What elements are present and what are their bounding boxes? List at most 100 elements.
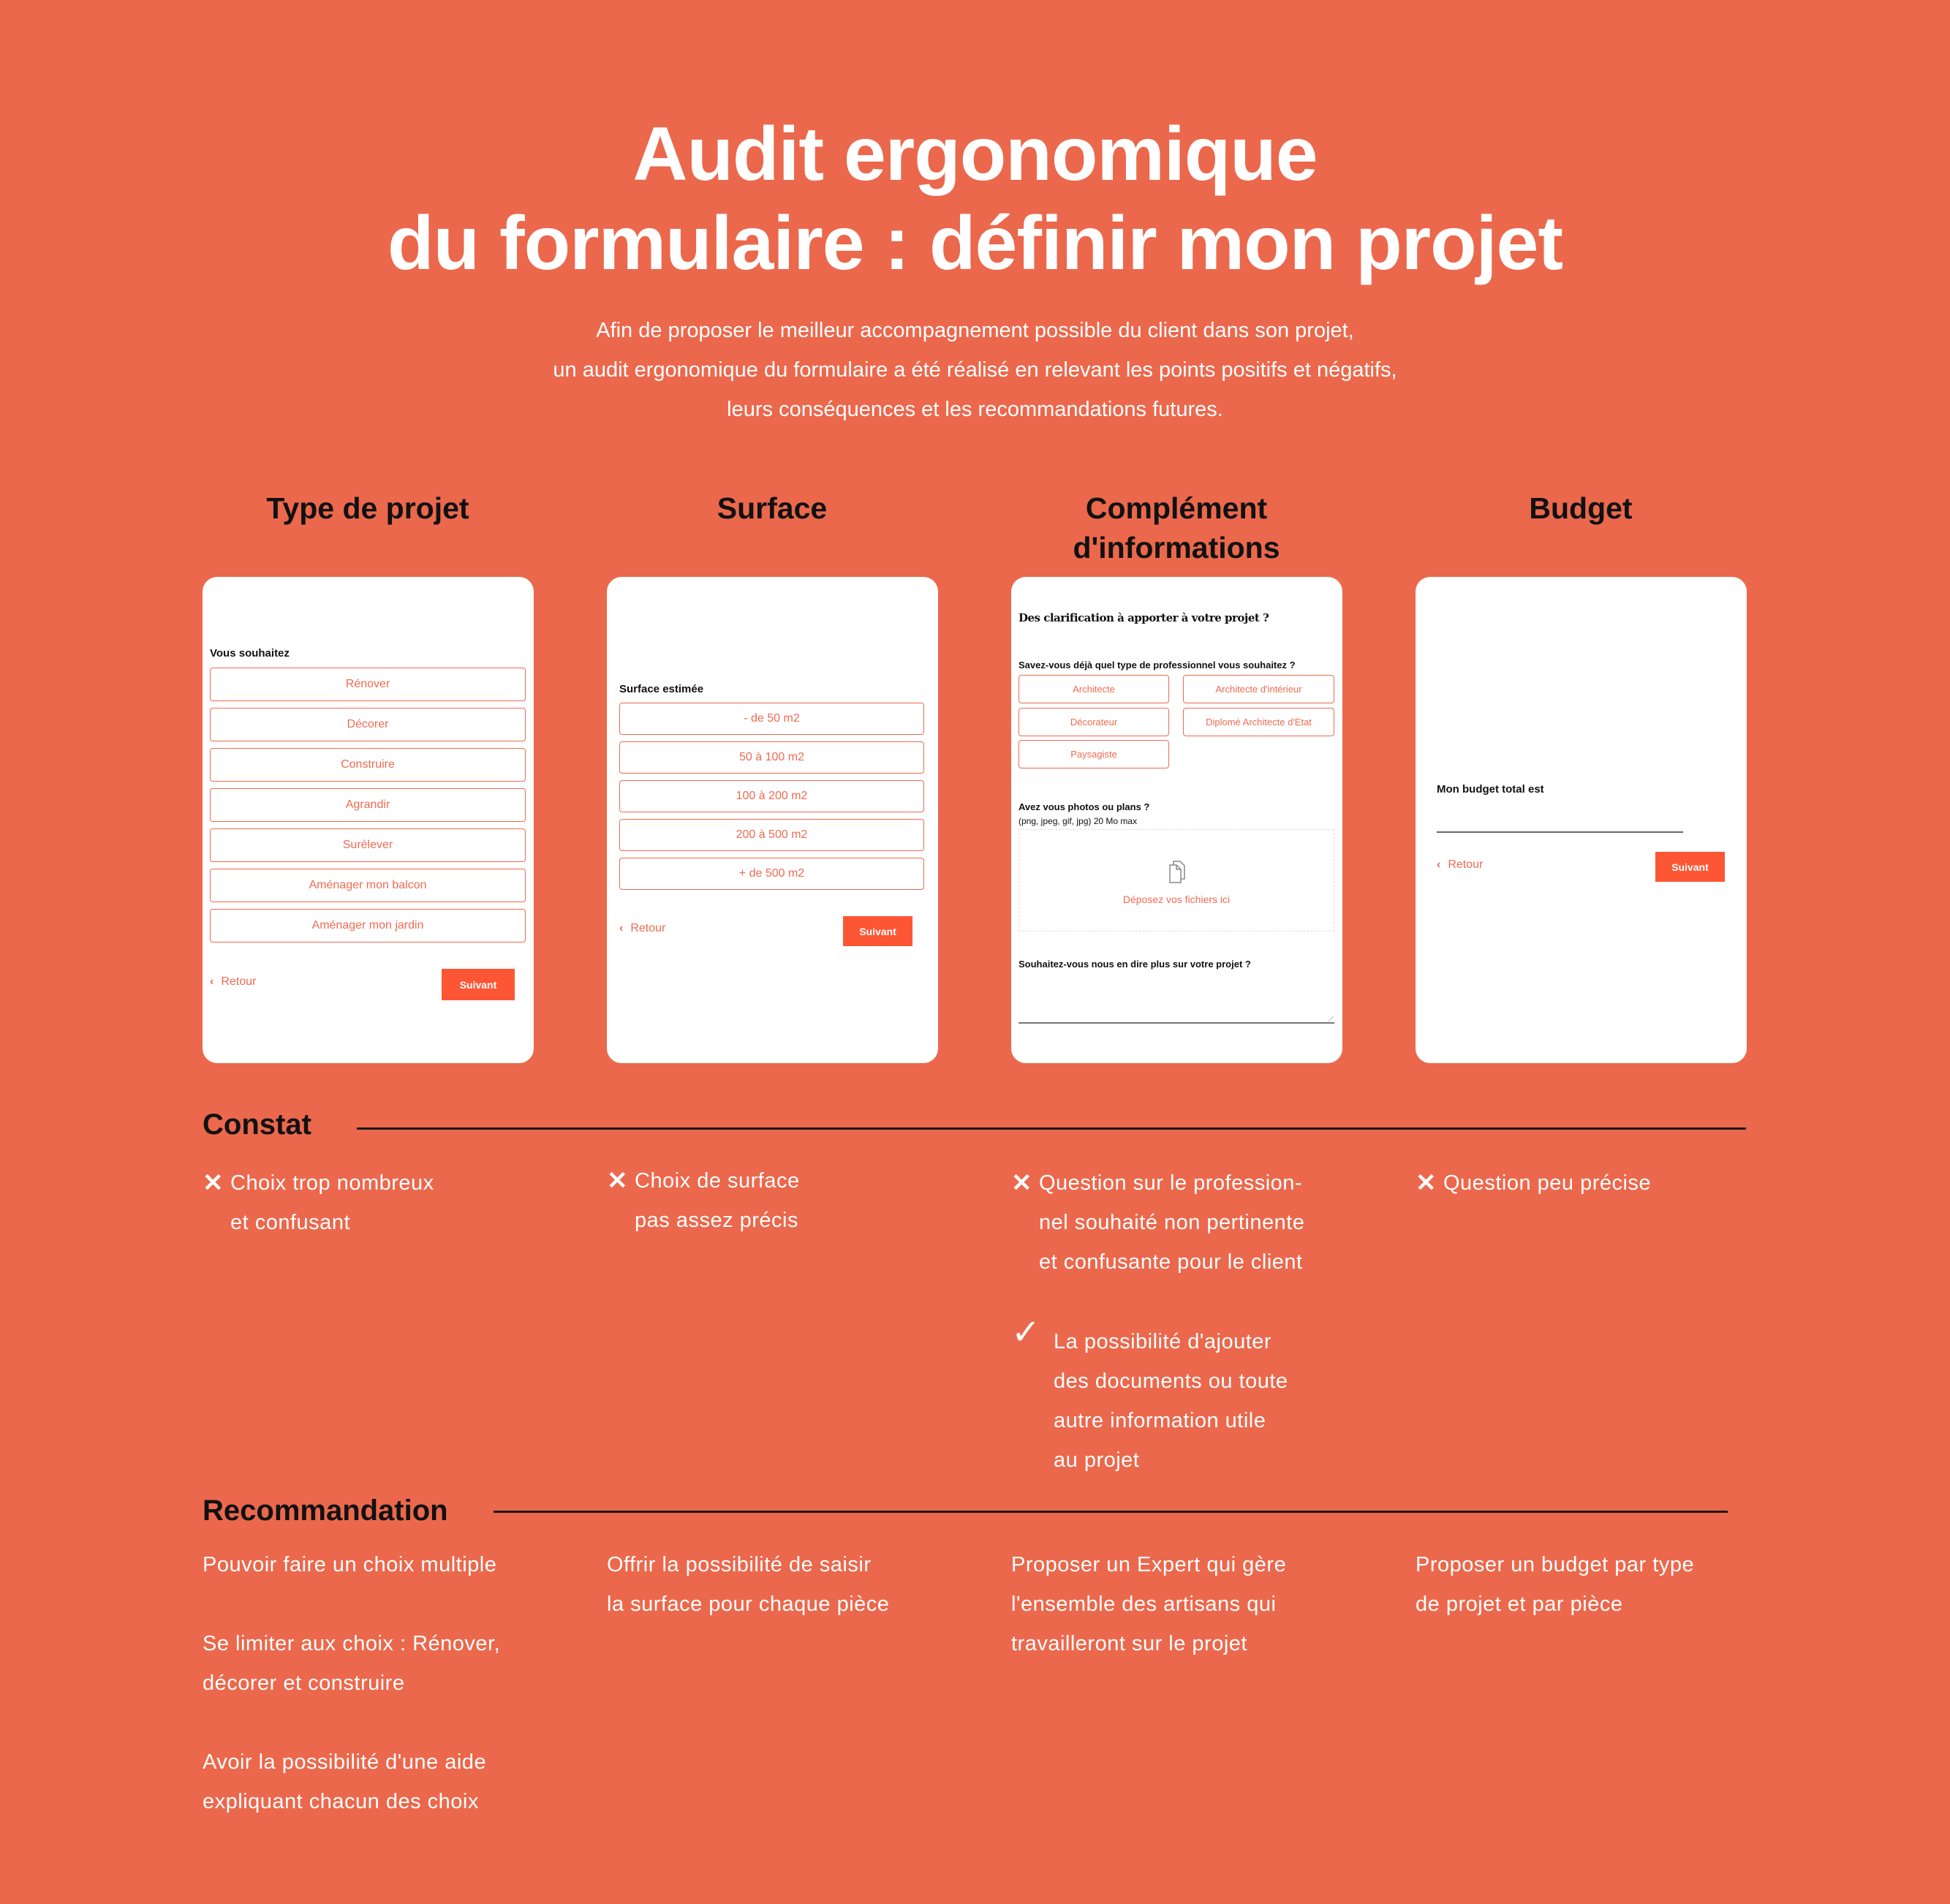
- constat-line: Choix trop nombreux: [230, 1171, 434, 1195]
- intro-paragraph: Afin de proposer le meilleur accompagnem…: [0, 311, 1950, 429]
- option-button[interactable]: Agrandir: [210, 788, 526, 822]
- option-button[interactable]: + de 500 m2: [619, 858, 924, 890]
- field-label: Souhaitez-vous nous en dire plus sur vot…: [1019, 959, 1251, 970]
- form-card-type-projet: Vous souhaitez Rénover Décorer Construir…: [203, 577, 534, 1063]
- constat-line: pas assez précis: [635, 1209, 798, 1232]
- cross-icon: ✕: [1416, 1169, 1437, 1197]
- chevron-left-icon: ‹: [619, 922, 624, 934]
- constat-line: Question sur le profession-: [1039, 1171, 1303, 1195]
- constat-line: et confusant: [230, 1211, 350, 1234]
- next-button[interactable]: Suivant: [843, 916, 912, 946]
- recommandation-column: Offrir la possibilité de saisir la surfa…: [607, 1545, 889, 1624]
- option-button[interactable]: Rénover: [210, 668, 526, 701]
- option-button[interactable]: Diplomé Architecte d'Etat: [1183, 708, 1334, 736]
- form-card-complement: Des clarification à apporter à votre pro…: [1011, 577, 1342, 1063]
- cross-icon: ✕: [607, 1167, 628, 1195]
- recommandation-line: de projet et par pièce: [1416, 1593, 1623, 1616]
- field-label: Surface estimée: [619, 683, 704, 695]
- constat-line: au projet: [1054, 1448, 1140, 1472]
- constat-item-positive: ✓ La possibilité d'ajouter des documents…: [1011, 1313, 1288, 1480]
- option-button[interactable]: 100 à 200 m2: [619, 780, 924, 812]
- files-icon: [1169, 861, 1185, 883]
- option-button[interactable]: Architecte d'intérieur: [1183, 675, 1334, 703]
- form-card-surface: Surface estimée - de 50 m2 50 à 100 m2 1…: [607, 577, 938, 1063]
- constat-line: des documents ou toute: [1054, 1370, 1288, 1393]
- field-label: Mon budget total est: [1437, 783, 1544, 796]
- constat-line: nel souhaité non pertinente: [1039, 1211, 1305, 1234]
- recommandation-line: Offrir la possibilité de saisir: [607, 1553, 872, 1576]
- recommandation-column: Proposer un budget par type de projet et…: [1416, 1545, 1694, 1624]
- project-details-textarea[interactable]: [1019, 975, 1334, 1024]
- chevron-left-icon: ‹: [210, 975, 214, 988]
- field-label: Vous souhaitez: [210, 647, 290, 660]
- chevron-left-icon: ‹: [1437, 858, 1441, 871]
- next-button[interactable]: Suivant: [1655, 852, 1725, 882]
- recommandation-line: la surface pour chaque pièce: [607, 1593, 890, 1616]
- cross-icon: ✕: [203, 1169, 224, 1197]
- back-link[interactable]: ‹ Retour: [619, 922, 665, 935]
- recommandation-item: Se limiter aux choix : Rénover, décorer …: [203, 1624, 500, 1703]
- recommandation-line: Proposer un Expert qui gère: [1011, 1553, 1287, 1576]
- field-label: Avez vous photos ou plans ?: [1019, 801, 1150, 812]
- field-label: Savez-vous déjà quel type de professionn…: [1019, 660, 1296, 670]
- recommandation-line: expliquant chacun des choix: [203, 1790, 479, 1813]
- recommandation-column: Pouvoir faire un choix multiple Se limit…: [203, 1545, 500, 1821]
- form-title: Des clarification à apporter à votre pro…: [1019, 611, 1269, 624]
- recommandation-line: Se limiter aux choix : Rénover,: [203, 1632, 501, 1655]
- option-button[interactable]: Aménager mon jardin: [210, 909, 526, 942]
- intro-line: Afin de proposer le meilleur accompagnem…: [596, 319, 1354, 342]
- back-label: Retour: [630, 922, 666, 934]
- option-button[interactable]: Construire: [210, 748, 526, 782]
- option-button[interactable]: 50 à 100 m2: [619, 741, 924, 774]
- option-button[interactable]: 200 à 500 m2: [619, 819, 924, 851]
- constat-item-negative: ✕ Question peu précise: [1416, 1163, 1651, 1203]
- recommandation-item: Proposer un budget par type de projet et…: [1416, 1545, 1694, 1624]
- back-link[interactable]: ‹ Retour: [210, 975, 256, 989]
- option-button[interactable]: Surélever: [210, 828, 526, 862]
- recommandation-item: Pouvoir faire un choix multiple: [203, 1545, 500, 1584]
- intro-line: un audit ergonomique du formulaire a été…: [553, 358, 1397, 382]
- back-label: Retour: [221, 975, 257, 988]
- recommandation-line: Pouvoir faire un choix multiple: [203, 1553, 497, 1576]
- intro-line: leurs conséquences et les recommandation…: [727, 398, 1223, 421]
- option-button[interactable]: Paysagiste: [1019, 740, 1169, 768]
- recommandation-column: Proposer un Expert qui gère l'ensemble d…: [1011, 1545, 1286, 1663]
- column-heading-type-projet: Type de projet: [266, 491, 469, 525]
- column-heading-line: d'informations: [1073, 531, 1280, 564]
- recommandation-item: Offrir la possibilité de saisir la surfa…: [607, 1545, 889, 1624]
- option-button[interactable]: Architecte: [1019, 675, 1169, 703]
- next-button[interactable]: Suivant: [442, 969, 515, 1000]
- option-button[interactable]: Décorateur: [1019, 708, 1169, 736]
- option-button[interactable]: Décorer: [210, 708, 526, 741]
- section-divider: [357, 1127, 1746, 1130]
- checkmark-icon: ✓: [1011, 1313, 1041, 1352]
- section-divider: [494, 1511, 1728, 1513]
- column-heading-budget: Budget: [1529, 491, 1633, 525]
- option-button[interactable]: - de 50 m2: [619, 703, 924, 735]
- constat-line: Question peu précise: [1443, 1171, 1652, 1195]
- recommandation-line: Proposer un budget par type: [1416, 1553, 1695, 1576]
- constat-line: autre information utile: [1054, 1409, 1266, 1432]
- column-heading-complement: Complément d'informations: [972, 488, 1381, 567]
- section-heading-recommandation: Recommandation: [203, 1495, 448, 1527]
- recommandation-line: l'ensemble des artisans qui: [1011, 1593, 1277, 1616]
- page-title-line-2: du formulaire : définir mon projet: [388, 201, 1563, 286]
- column-heading-line: Complément: [1085, 491, 1268, 525]
- recommandation-item: Proposer un Expert qui gère l'ensemble d…: [1011, 1545, 1286, 1663]
- constat-item-negative: ✕ Choix de surface pas assez précis: [607, 1161, 800, 1240]
- dropzone-label: Déposez vos fichiers ici: [1122, 894, 1231, 905]
- cross-icon: ✕: [1011, 1169, 1032, 1197]
- recommandation-item: Avoir la possibilité d'une aide expliqua…: [203, 1742, 500, 1821]
- file-dropzone[interactable]: Déposez vos fichiers ici: [1019, 829, 1334, 932]
- section-heading-constat: Constat: [203, 1108, 311, 1141]
- page-title: Audit ergonomique du formulaire : défini…: [0, 110, 1950, 288]
- budget-input[interactable]: [1437, 809, 1683, 833]
- resize-handle-icon[interactable]: ⟋: [1329, 1016, 1334, 1024]
- option-button[interactable]: Aménager mon balcon: [210, 869, 526, 902]
- recommandation-line: Avoir la possibilité d'une aide: [203, 1750, 487, 1774]
- page-title-line-1: Audit ergonomique: [632, 112, 1318, 197]
- back-link[interactable]: ‹ Retour: [1437, 858, 1483, 872]
- constat-line: et confusante pour le client: [1039, 1250, 1303, 1274]
- field-hint: (png, jpeg, gif, jpg) 20 Mo max: [1019, 816, 1138, 826]
- constat-item-negative: ✕ Question sur le profession- nel souhai…: [1011, 1163, 1304, 1282]
